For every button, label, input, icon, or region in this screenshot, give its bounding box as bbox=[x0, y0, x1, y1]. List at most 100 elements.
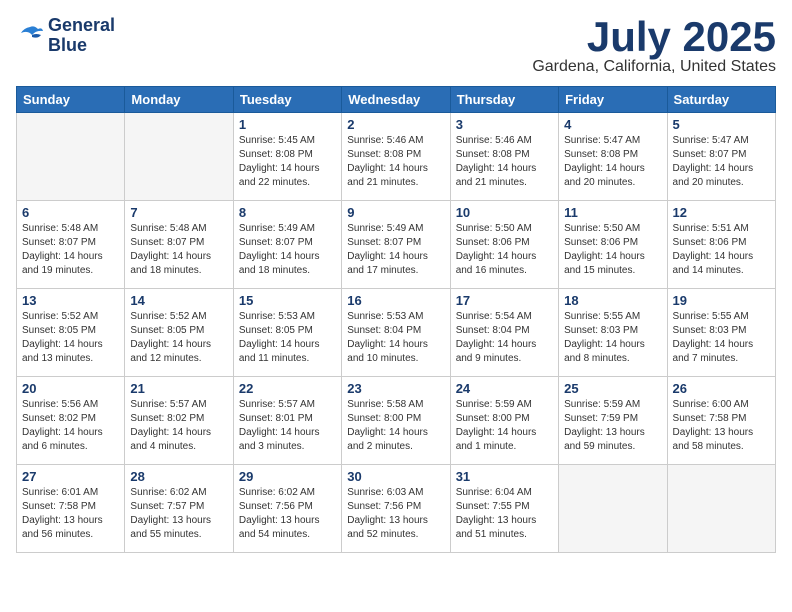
calendar-cell: 30 Sunrise: 6:03 AMSunset: 7:56 PMDayligh… bbox=[342, 465, 450, 553]
day-number: 20 bbox=[22, 381, 119, 396]
day-number: 15 bbox=[239, 293, 336, 308]
calendar-cell: 18Sunrise: 5:55 AMSunset: 8:03 PMDayligh… bbox=[559, 289, 667, 377]
day-info: Sunrise: 5:52 AMSunset: 8:05 PMDaylight:… bbox=[130, 310, 227, 366]
day-info: Sunrise: 5:50 AMSunset: 8:06 PMDaylight:… bbox=[564, 222, 661, 278]
day-number: 31 bbox=[456, 469, 553, 484]
day-number: 5 bbox=[673, 117, 770, 132]
day-info: Sunrise: 5:49 AMSunset: 8:07 PMDaylight:… bbox=[239, 222, 336, 278]
day-info: Sunrise: 5:55 AMSunset: 8:03 PMDaylight:… bbox=[564, 310, 661, 366]
page-header: General Blue July 2025 Gardena, Californ… bbox=[16, 16, 776, 76]
day-info: Sunrise: 5:59 AMSunset: 8:00 PMDaylight:… bbox=[456, 398, 553, 454]
calendar-cell: 5 Sunrise: 5:47 AMSunset: 8:07 PMDaylight… bbox=[667, 113, 775, 201]
calendar-table: SundayMondayTuesdayWednesdayThursdayFrid… bbox=[16, 86, 776, 553]
calendar-cell: 9 Sunrise: 5:49 AMSunset: 8:07 PMDaylight… bbox=[342, 201, 450, 289]
day-number: 1 bbox=[239, 117, 336, 132]
calendar-cell: 24 Sunrise: 5:59 AMSunset: 8:00 PMDayligh… bbox=[450, 377, 558, 465]
week-row-3: 13Sunrise: 5:52 AMSunset: 8:05 PMDayligh… bbox=[17, 289, 776, 377]
day-number: 4 bbox=[564, 117, 661, 132]
weekday-header-sunday: Sunday bbox=[17, 87, 125, 113]
day-info: Sunrise: 5:57 AMSunset: 8:02 PMDaylight:… bbox=[130, 398, 227, 454]
day-info: Sunrise: 5:53 AMSunset: 8:05 PMDaylight:… bbox=[239, 310, 336, 366]
day-info: Sunrise: 5:47 AMSunset: 8:08 PMDaylight:… bbox=[564, 134, 661, 190]
day-number: 19 bbox=[673, 293, 770, 308]
day-number: 28 bbox=[130, 469, 227, 484]
calendar-cell: 6 Sunrise: 5:48 AMSunset: 8:07 PMDaylight… bbox=[17, 201, 125, 289]
logo-text-line2: Blue bbox=[48, 36, 115, 56]
calendar-cell: 17Sunrise: 5:54 AMSunset: 8:04 PMDayligh… bbox=[450, 289, 558, 377]
day-info: Sunrise: 5:51 AMSunset: 8:06 PMDaylight:… bbox=[673, 222, 770, 278]
location-text: Gardena, California, United States bbox=[532, 58, 776, 76]
calendar-cell: 29 Sunrise: 6:02 AMSunset: 7:56 PMDayligh… bbox=[233, 465, 341, 553]
calendar-cell: 28 Sunrise: 6:02 AMSunset: 7:57 PMDayligh… bbox=[125, 465, 233, 553]
day-info: Sunrise: 6:01 AMSunset: 7:58 PMDaylight:… bbox=[22, 486, 119, 542]
calendar-cell: 16 Sunrise: 5:53 AMSunset: 8:04 PMDayligh… bbox=[342, 289, 450, 377]
day-info: Sunrise: 5:46 AMSunset: 8:08 PMDaylight:… bbox=[456, 134, 553, 190]
calendar-cell: 25Sunrise: 5:59 AMSunset: 7:59 PMDayligh… bbox=[559, 377, 667, 465]
calendar-cell: 2Sunrise: 5:46 AMSunset: 8:08 PMDaylight… bbox=[342, 113, 450, 201]
day-info: Sunrise: 5:55 AMSunset: 8:03 PMDaylight:… bbox=[673, 310, 770, 366]
day-number: 29 bbox=[239, 469, 336, 484]
day-info: Sunrise: 6:03 AMSunset: 7:56 PMDaylight:… bbox=[347, 486, 444, 542]
calendar-cell: 10 Sunrise: 5:50 AMSunset: 8:06 PMDayligh… bbox=[450, 201, 558, 289]
day-number: 11 bbox=[564, 205, 661, 220]
calendar-cell: 1 Sunrise: 5:45 AMSunset: 8:08 PMDaylight… bbox=[233, 113, 341, 201]
logo-text-line1: General bbox=[48, 16, 115, 36]
calendar-cell: 31Sunrise: 6:04 AMSunset: 7:55 PMDayligh… bbox=[450, 465, 558, 553]
day-info: Sunrise: 5:47 AMSunset: 8:07 PMDaylight:… bbox=[673, 134, 770, 190]
weekday-header-monday: Monday bbox=[125, 87, 233, 113]
day-number: 24 bbox=[456, 381, 553, 396]
day-info: Sunrise: 5:52 AMSunset: 8:05 PMDaylight:… bbox=[22, 310, 119, 366]
day-info: Sunrise: 5:50 AMSunset: 8:06 PMDaylight:… bbox=[456, 222, 553, 278]
calendar-cell: 14 Sunrise: 5:52 AMSunset: 8:05 PMDayligh… bbox=[125, 289, 233, 377]
day-info: Sunrise: 5:49 AMSunset: 8:07 PMDaylight:… bbox=[347, 222, 444, 278]
month-title: July 2025 bbox=[532, 16, 776, 58]
day-number: 21 bbox=[130, 381, 227, 396]
day-info: Sunrise: 5:56 AMSunset: 8:02 PMDaylight:… bbox=[22, 398, 119, 454]
title-block: July 2025 Gardena, California, United St… bbox=[532, 16, 776, 76]
calendar-cell: 11 Sunrise: 5:50 AMSunset: 8:06 PMDayligh… bbox=[559, 201, 667, 289]
day-number: 16 bbox=[347, 293, 444, 308]
day-number: 8 bbox=[239, 205, 336, 220]
calendar-cell: 20 Sunrise: 5:56 AMSunset: 8:02 PMDayligh… bbox=[17, 377, 125, 465]
calendar-cell: 23 Sunrise: 5:58 AMSunset: 8:00 PMDayligh… bbox=[342, 377, 450, 465]
calendar-cell bbox=[125, 113, 233, 201]
calendar-cell: 22Sunrise: 5:57 AMSunset: 8:01 PMDayligh… bbox=[233, 377, 341, 465]
calendar-cell: 27 Sunrise: 6:01 AMSunset: 7:58 PMDayligh… bbox=[17, 465, 125, 553]
calendar-cell: 12Sunrise: 5:51 AMSunset: 8:06 PMDayligh… bbox=[667, 201, 775, 289]
weekday-header-row: SundayMondayTuesdayWednesdayThursdayFrid… bbox=[17, 87, 776, 113]
calendar-cell: 4 Sunrise: 5:47 AMSunset: 8:08 PMDaylight… bbox=[559, 113, 667, 201]
calendar-cell: 8 Sunrise: 5:49 AMSunset: 8:07 PMDaylight… bbox=[233, 201, 341, 289]
day-number: 14 bbox=[130, 293, 227, 308]
day-number: 26 bbox=[673, 381, 770, 396]
day-info: Sunrise: 5:48 AMSunset: 8:07 PMDaylight:… bbox=[22, 222, 119, 278]
day-number: 22 bbox=[239, 381, 336, 396]
day-info: Sunrise: 6:02 AMSunset: 7:57 PMDaylight:… bbox=[130, 486, 227, 542]
day-info: Sunrise: 5:45 AMSunset: 8:08 PMDaylight:… bbox=[239, 134, 336, 190]
day-number: 23 bbox=[347, 381, 444, 396]
day-info: Sunrise: 5:53 AMSunset: 8:04 PMDaylight:… bbox=[347, 310, 444, 366]
day-info: Sunrise: 5:59 AMSunset: 7:59 PMDaylight:… bbox=[564, 398, 661, 454]
day-number: 6 bbox=[22, 205, 119, 220]
weekday-header-saturday: Saturday bbox=[667, 87, 775, 113]
calendar-cell: 26 Sunrise: 6:00 AMSunset: 7:58 PMDayligh… bbox=[667, 377, 775, 465]
calendar-cell: 13Sunrise: 5:52 AMSunset: 8:05 PMDayligh… bbox=[17, 289, 125, 377]
day-number: 17 bbox=[456, 293, 553, 308]
day-info: Sunrise: 6:00 AMSunset: 7:58 PMDaylight:… bbox=[673, 398, 770, 454]
day-number: 3 bbox=[456, 117, 553, 132]
weekday-header-wednesday: Wednesday bbox=[342, 87, 450, 113]
day-number: 9 bbox=[347, 205, 444, 220]
week-row-5: 27 Sunrise: 6:01 AMSunset: 7:58 PMDayligh… bbox=[17, 465, 776, 553]
day-info: Sunrise: 5:58 AMSunset: 8:00 PMDaylight:… bbox=[347, 398, 444, 454]
calendar-cell: 7Sunrise: 5:48 AMSunset: 8:07 PMDaylight… bbox=[125, 201, 233, 289]
day-number: 30 bbox=[347, 469, 444, 484]
day-number: 2 bbox=[347, 117, 444, 132]
calendar-cell: 19 Sunrise: 5:55 AMSunset: 8:03 PMDayligh… bbox=[667, 289, 775, 377]
calendar-cell: 21 Sunrise: 5:57 AMSunset: 8:02 PMDayligh… bbox=[125, 377, 233, 465]
week-row-1: 1 Sunrise: 5:45 AMSunset: 8:08 PMDaylight… bbox=[17, 113, 776, 201]
day-info: Sunrise: 6:02 AMSunset: 7:56 PMDaylight:… bbox=[239, 486, 336, 542]
day-number: 7 bbox=[130, 205, 227, 220]
calendar-cell bbox=[559, 465, 667, 553]
day-number: 27 bbox=[22, 469, 119, 484]
day-number: 10 bbox=[456, 205, 553, 220]
calendar-cell bbox=[17, 113, 125, 201]
